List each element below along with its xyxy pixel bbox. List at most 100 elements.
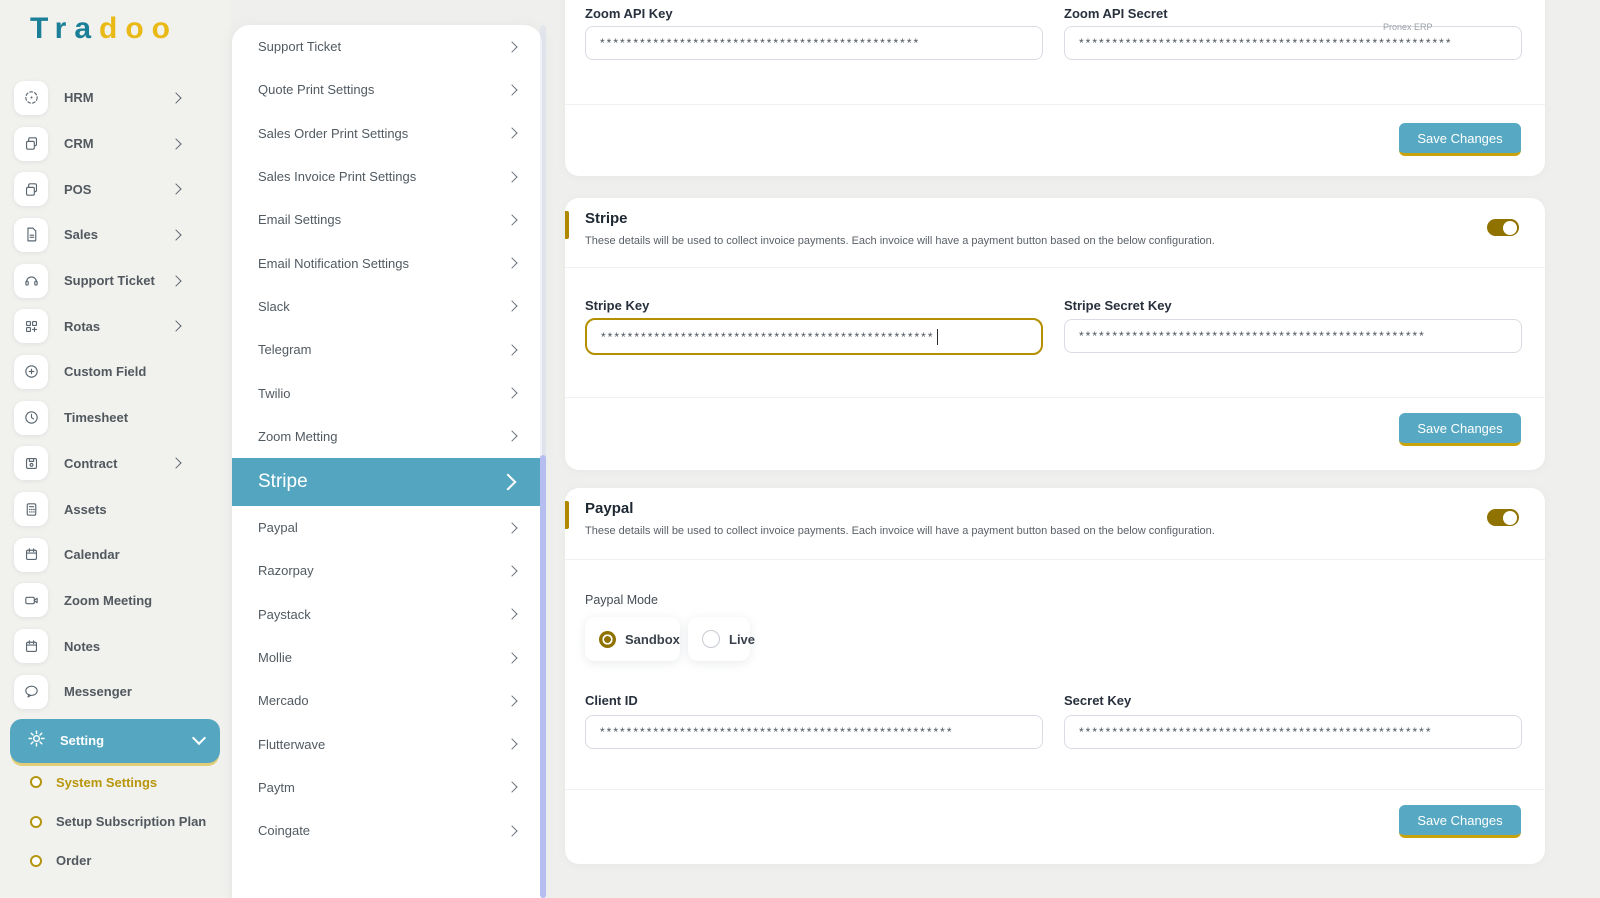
sidebar-item-label: CRM [64,136,94,152]
sidebar-item-label: Setting [60,733,105,749]
chevron-right-icon [506,521,518,534]
settings-menu-item-paytm[interactable]: Paytm [232,766,542,809]
settings-menu-item-label: Coingate [258,823,311,839]
sidebar-item-label: Notes [64,638,101,654]
settings-menu-item-razorpay[interactable]: Razorpay [232,549,542,592]
erp-watermark: Pronex ERP [1383,22,1433,32]
settings-menu-item-telegram[interactable]: Telegram [232,328,542,371]
settings-menu-item-label: Slack [258,298,290,314]
sidebar-item-label: Support Ticket [64,273,155,289]
sidebar-item-sales[interactable]: Sales [0,212,230,258]
settings-menu-item-paystack[interactable]: Paystack [232,593,542,636]
radio-selected-icon [599,630,616,648]
settings-menu-item-mollie[interactable]: Mollie [232,636,542,679]
video-camera-icon [14,583,48,618]
paypal-mode-label: Paypal Mode [585,593,658,607]
settings-menu-item-zoom-metting[interactable]: Zoom Metting [232,415,542,458]
brand-logo[interactable]: Tradoo [30,12,178,46]
panel-scrollbar-thumb[interactable] [540,455,546,898]
sidebar-subitem-label: Setup Subscription Plan [56,814,207,830]
settings-menu-item-flutterwave[interactable]: Flutterwave [232,722,542,765]
save-changes-button[interactable]: Save Changes [1399,413,1521,446]
brand-logo-part2: doo [99,12,179,45]
sidebar-item-messenger[interactable]: Messenger [0,669,230,715]
sidebar-item-label: Custom Field [64,364,147,380]
sidebar-subitem-system-settings[interactable]: System Settings [0,763,230,802]
sidebar-subitem-label: System Settings [56,774,158,790]
timesheet-icon [14,400,48,435]
zoom-api-secret-input[interactable]: ****************************************… [1064,26,1522,60]
chevron-right-icon [506,651,518,664]
settings-menu-item-label: Support Ticket [258,39,342,55]
settings-menu-item-mercado[interactable]: Mercado [232,679,542,722]
settings-menu-item-label: Twilio [258,385,291,401]
masked-value: ****************************************… [1079,329,1426,343]
hrm-icon [14,80,48,115]
stripe-enabled-toggle[interactable] [1487,219,1519,236]
settings-menu-item-support-ticket[interactable]: Support Ticket [232,25,542,68]
sidebar-item-rotas[interactable]: Rotas [0,303,230,349]
settings-menu-item-label: Mollie [258,650,292,665]
sidebar-item-crm[interactable]: CRM [0,121,230,167]
sidebar-item-label: Sales [64,227,98,243]
stripe-key-input[interactable]: ****************************************… [585,318,1043,355]
zoom-api-key-input[interactable]: ****************************************… [585,26,1043,60]
settings-menu-item-stripe-selected[interactable]: Stripe [232,457,542,506]
masked-value: ****************************************… [600,36,921,50]
settings-menu-item-slack[interactable]: Slack [232,285,542,328]
chevron-right-icon [170,180,182,198]
chevron-right-icon [506,40,518,53]
settings-menu-item-label: Email Settings [258,212,342,228]
secret-key-input[interactable]: ****************************************… [1064,715,1522,749]
stripe-secret-key-input[interactable]: ****************************************… [1064,319,1522,353]
settings-menu-item-twilio[interactable]: Twilio [232,371,542,414]
settings-menu-item-label: Sales Order Print Settings [258,125,409,141]
radio-unselected-icon [702,630,720,648]
chevron-right-icon [499,473,517,491]
sidebar-item-support-ticket[interactable]: Support Ticket [0,258,230,304]
chevron-right-icon [506,825,518,837]
save-changes-button[interactable]: Save Changes [1399,123,1521,156]
sidebar-item-pos[interactable]: POS [0,166,230,212]
settings-menu-item-paypal[interactable]: Paypal [232,506,542,549]
paypal-mode-sandbox-option[interactable]: Sandbox [585,617,680,661]
sidebar-item-label: Timesheet [64,410,129,426]
chevron-right-icon [170,89,182,107]
masked-value: ****************************************… [601,329,935,344]
card-divider [565,789,1545,790]
calendar-icon [14,537,48,572]
paypal-enabled-toggle[interactable] [1487,509,1519,526]
sidebar-item-setting[interactable]: Setting [10,718,220,763]
sidebar-item-hrm[interactable]: HRM [0,75,230,121]
paypal-settings-card: Paypal These details will be used to col… [565,488,1545,864]
contract-icon [14,446,48,481]
sidebar-item-assets[interactable]: Assets [0,486,230,532]
sidebar-item-label: Contract [64,455,118,471]
sidebar-item-contract[interactable]: Contract [0,441,230,487]
masked-value: ****************************************… [600,725,954,739]
paypal-mode-live-option[interactable]: Live [688,617,755,661]
settings-menu-item-email-settings[interactable]: Email Settings [232,198,542,241]
masked-value: ****************************************… [1079,36,1453,50]
settings-menu-item-sales-order-print-settings[interactable]: Sales Order Print Settings [232,112,542,155]
settings-menu-item-coingate[interactable]: Coingate [232,809,542,852]
sidebar-item-notes[interactable]: Notes [0,623,230,669]
section-accent-bar [565,501,569,529]
sidebar-item-timesheet[interactable]: Timesheet [0,395,230,441]
sidebar-item-zoom-meeting[interactable]: Zoom Meeting [0,578,230,624]
sidebar-item-custom-field[interactable]: Custom Field [0,349,230,395]
settings-menu-item-sales-invoice-print-settings[interactable]: Sales Invoice Print Settings [232,155,542,198]
mode-option-label: Live [729,631,756,647]
settings-menu-item-email-notification-settings[interactable]: Email Notification Settings [232,241,542,284]
sidebar-subitem-setup-subscription-plan[interactable]: Setup Subscription Plan [0,802,230,841]
client-id-input[interactable]: ****************************************… [585,715,1043,749]
sidebar-subitem-order[interactable]: Order [0,841,230,880]
sidebar-item-calendar[interactable]: Calendar [0,532,230,578]
settings-menu-item-label: Zoom Metting [258,428,338,444]
save-changes-button[interactable]: Save Changes [1399,805,1521,838]
card-divider [565,397,1545,398]
settings-menu-item-label: Email Notification Settings [258,255,410,271]
settings-menu-item-quote-print-settings[interactable]: Quote Print Settings [232,68,542,111]
crm-icon [14,126,48,161]
chevron-right-icon [170,135,182,153]
